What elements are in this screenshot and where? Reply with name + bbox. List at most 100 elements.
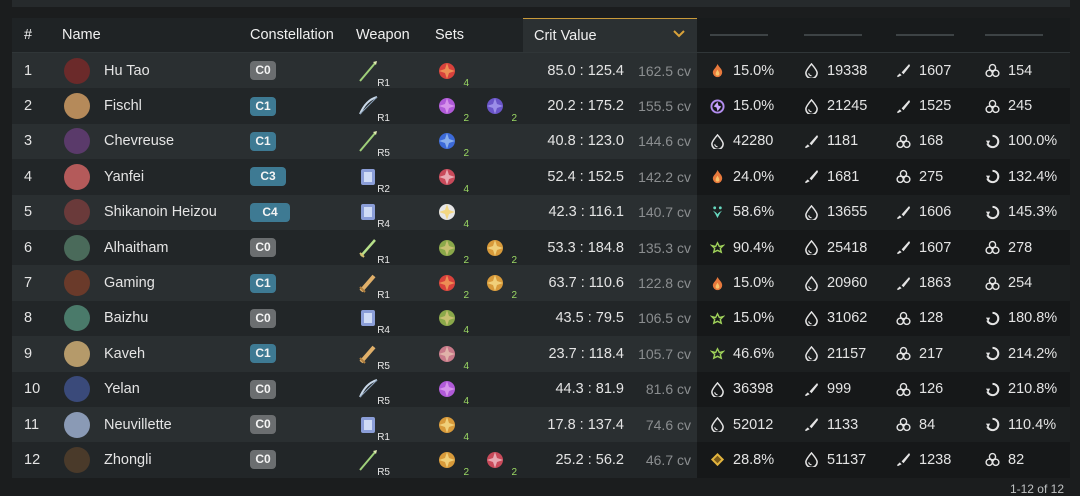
- catalyst-icon: R4: [356, 200, 390, 230]
- header-number[interactable]: #: [24, 18, 32, 52]
- chevron-down-icon[interactable]: [673, 28, 685, 40]
- hp-icon: [710, 416, 725, 434]
- crit-ratio: 53.3 : 184.8: [547, 239, 624, 256]
- claymore-icon: R5: [356, 342, 390, 372]
- stat-cell: 82: [985, 442, 1024, 477]
- constellation-badge: C1: [250, 344, 276, 364]
- constellation-badge: C0: [250, 415, 276, 435]
- constellation-cell: C0: [250, 53, 276, 88]
- pyro-icon: [710, 276, 725, 291]
- dendro-icon: [709, 311, 726, 326]
- stat-header-4[interactable]: [985, 34, 1043, 36]
- table-row[interactable]: 9 Kaveh C1 R5 4 23.7 : 118.4 105.7 cv 46.6% 2115…: [12, 336, 1070, 372]
- atk-icon: [804, 134, 819, 149]
- electro-icon: [710, 99, 725, 114]
- stat-header-1[interactable]: [710, 34, 768, 36]
- set-count: 2: [511, 254, 517, 266]
- constellation-badge: C0: [250, 450, 276, 470]
- character-name-cell[interactable]: Neuvillette: [62, 407, 172, 442]
- stat-cell: 210.8%: [985, 372, 1057, 407]
- stat-value: 15.0%: [733, 275, 775, 292]
- stat-value: 214.2%: [1008, 345, 1058, 362]
- header-sets[interactable]: Sets: [435, 18, 464, 52]
- table-row[interactable]: 4 Yanfei C3 R2 4 52.4 : 152.5 142.2 cv 24.0% 168…: [12, 159, 1070, 195]
- character-name-cell[interactable]: Alhaitham: [62, 230, 168, 265]
- character-name-cell[interactable]: Yanfei: [62, 159, 144, 194]
- table-row[interactable]: 10 Yelan C0 R5 4 44.3 : 81.9 81.6 cv 36398 999 12…: [12, 371, 1070, 407]
- stat-value: 1181: [827, 133, 859, 150]
- stat-cell: 1238: [896, 442, 951, 477]
- stat-cell: 145.3%: [985, 195, 1057, 230]
- table-row[interactable]: 2 Fischl C1 R1 2 2 20.2 : 175.2 155.5 cv 15.0% 21…: [12, 88, 1070, 124]
- character-table: # Name Constellation Weapon Sets Crit Va…: [12, 18, 1070, 478]
- crit-value: 142.2 cv: [638, 168, 691, 185]
- stat-cell: 13655: [804, 195, 867, 230]
- table-row[interactable]: 8 Baizhu C0 R4 4 43.5 : 79.5 106.5 cv 15.0% 3106…: [12, 300, 1070, 336]
- sets-cell: 22: [435, 442, 517, 478]
- stats-header-bg: [697, 18, 1070, 52]
- em-icon: [985, 240, 1000, 255]
- hp-icon: [804, 275, 819, 292]
- crit-value: 162.5 cv: [638, 62, 691, 79]
- table-row[interactable]: 12 Zhongli C0 R5 2 2 25.2 : 56.2 46.7 cv 28.8% 51…: [12, 442, 1070, 478]
- character-name-cell[interactable]: Yelan: [62, 372, 140, 407]
- stat-value: 15.0%: [733, 310, 775, 327]
- constellation-badge: C1: [250, 131, 276, 151]
- er-icon: [985, 311, 1000, 326]
- table-row[interactable]: 5 Shikanoin Heizou C4 R4 4 42.3 : 116.1 140.7 …: [12, 194, 1070, 230]
- er-icon: [985, 417, 1000, 432]
- stat-value: 168: [919, 133, 944, 150]
- stat-cell: 1133: [804, 407, 858, 442]
- avatar: [64, 305, 90, 332]
- artifact-set-icon: 2: [435, 129, 469, 159]
- crit-cell: 85.0 : 125.4 162.5 cv: [523, 53, 697, 88]
- header-crit-value[interactable]: Crit Value: [523, 18, 697, 52]
- header-constellation[interactable]: Constellation: [250, 18, 334, 52]
- character-name-cell[interactable]: Chevreuse: [62, 124, 174, 159]
- stat-cell: 21245: [804, 88, 867, 123]
- stat-cell: 128: [896, 301, 943, 336]
- artifact-set-icon: 4: [435, 306, 469, 336]
- character-name-cell[interactable]: Shikanoin Heizou: [62, 195, 217, 230]
- table-row[interactable]: 7 Gaming C1 R1 2 2 63.7 : 110.6 122.8 cv 15.0% 20…: [12, 265, 1070, 301]
- character-name-cell[interactable]: Zhongli: [62, 442, 152, 477]
- character-name-cell[interactable]: Hu Tao: [62, 53, 150, 88]
- artifact-set-icon: 4: [435, 413, 469, 443]
- avatar: [64, 199, 90, 226]
- header-weapon[interactable]: Weapon: [356, 18, 410, 52]
- header-name[interactable]: Name: [62, 18, 101, 52]
- atk-icon: [804, 169, 819, 184]
- avatar: [64, 376, 90, 403]
- dendro-icon: [709, 240, 726, 255]
- row-number: 1: [24, 62, 33, 79]
- weapon-refinement: R1: [377, 431, 390, 443]
- polearm-icon: R5: [356, 129, 390, 159]
- table-row[interactable]: 3 Chevreuse C1 R5 2 40.8 : 123.0 144.6 cv 42280…: [12, 123, 1070, 159]
- stat-value: 21157: [827, 345, 867, 362]
- character-name-cell[interactable]: Fischl: [62, 88, 142, 123]
- character-name-cell[interactable]: Gaming: [62, 265, 155, 300]
- crit-ratio: 25.2 : 56.2: [555, 451, 624, 468]
- artifact-set-icon: 4: [435, 377, 469, 407]
- stat-value: 154: [1008, 62, 1033, 79]
- stat-header-3[interactable]: [896, 34, 954, 36]
- er-icon: [985, 169, 1000, 184]
- stat-value: 1606: [919, 204, 952, 221]
- stat-value: 20960: [827, 275, 868, 292]
- sets-cell: 4: [435, 336, 469, 372]
- catalyst-icon: R1: [356, 413, 390, 443]
- weapon-refinement: R4: [377, 219, 390, 231]
- stat-cell: 1606: [896, 195, 951, 230]
- table-row[interactable]: 1 Hu Tao C0 R1 4 85.0 : 125.4 162.5 cv 15.0% 193…: [12, 53, 1070, 89]
- artifact-set-icon: 2: [435, 94, 469, 124]
- table-row[interactable]: 11 Neuvillette C0 R1 4 17.8 : 137.4 74.6 cv 520…: [12, 406, 1070, 443]
- character-name-cell[interactable]: Kaveh: [62, 336, 145, 371]
- stat-cell: 42280: [710, 124, 773, 159]
- character-name-cell[interactable]: Baizhu: [62, 301, 148, 336]
- stat-header-2[interactable]: [804, 34, 862, 36]
- stat-value: 52012: [733, 416, 774, 433]
- em-icon: [896, 382, 911, 397]
- table-row[interactable]: 6 Alhaitham C0 R1 2 2 53.3 : 184.8 135.3 cv 90.4…: [12, 229, 1070, 266]
- constellation-cell: C1: [250, 336, 276, 371]
- stat-cell: 20960: [804, 265, 867, 300]
